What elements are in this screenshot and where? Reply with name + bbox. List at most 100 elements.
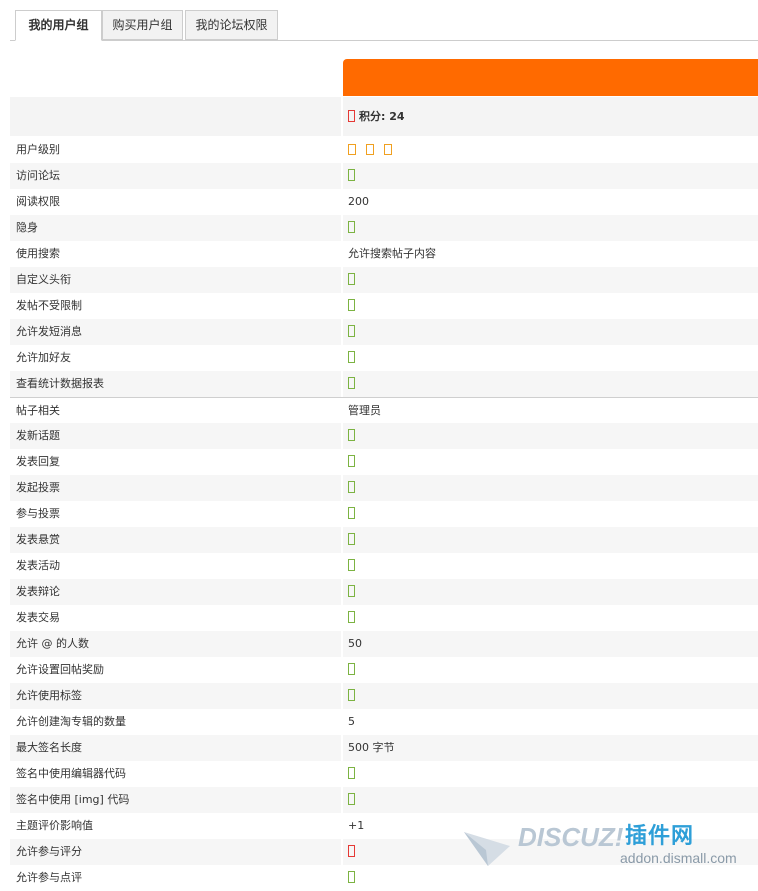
check-icon bbox=[348, 793, 355, 805]
permission-value: 允许搜索帖子内容 bbox=[348, 247, 436, 260]
table-row: 使用搜索 允许搜索帖子内容 bbox=[10, 241, 758, 267]
table-row: 发表悬赏 bbox=[10, 527, 758, 553]
permission-label: 发帖不受限制 bbox=[16, 299, 82, 312]
permission-label: 访问论坛 bbox=[10, 163, 341, 189]
permission-value bbox=[343, 371, 758, 397]
permission-label: 主题评价影响值 bbox=[16, 819, 93, 832]
star-icon bbox=[348, 143, 356, 155]
permission-label: 参与投票 bbox=[16, 507, 60, 520]
table-row: 阅读权限 200 bbox=[10, 189, 758, 215]
table-row: 发表活动 bbox=[10, 553, 758, 579]
check-icon bbox=[348, 663, 355, 675]
permission-label: 签名中使用编辑器代码 bbox=[16, 767, 126, 780]
check-icon bbox=[348, 559, 355, 571]
permission-value bbox=[343, 267, 758, 293]
permission-value bbox=[343, 163, 758, 189]
check-icon bbox=[348, 429, 355, 441]
paper-plane-icon bbox=[464, 832, 510, 866]
table-row: 发表交易 bbox=[10, 605, 758, 631]
permission-value bbox=[343, 761, 758, 787]
check-icon bbox=[348, 169, 355, 181]
permission-label: 最大签名长度 bbox=[10, 735, 341, 761]
permission-value bbox=[343, 657, 758, 683]
table-row: 允许使用标签 bbox=[10, 683, 758, 709]
tab-bar: 我的用户组 购买用户组 我的论坛权限 bbox=[10, 10, 758, 41]
permission-label: 允许加好友 bbox=[16, 351, 71, 364]
check-icon bbox=[348, 767, 355, 779]
table-row: 允许 @ 的人数 50 bbox=[10, 631, 758, 657]
permission-label: 发表悬赏 bbox=[10, 527, 341, 553]
permission-value bbox=[343, 683, 758, 709]
check-icon bbox=[348, 871, 355, 883]
permission-value bbox=[343, 475, 758, 501]
permission-label: 允许使用标签 bbox=[10, 683, 341, 709]
table-row: 最大签名长度 500 字节 bbox=[10, 735, 758, 761]
watermark-url: addon.dismall.com bbox=[620, 850, 737, 866]
permission-label: 签名中使用 [img] 代码 bbox=[10, 787, 341, 813]
usergroup-header-bar bbox=[343, 59, 758, 96]
permission-value: 5 bbox=[348, 715, 355, 728]
table-row: 允许设置回帖奖励 bbox=[10, 657, 758, 683]
permission-value bbox=[343, 449, 758, 475]
permission-label: 发表回复 bbox=[16, 455, 60, 468]
permission-label: 允许发短消息 bbox=[10, 319, 341, 345]
permission-value bbox=[343, 579, 758, 605]
table-row: 发表回复 bbox=[10, 449, 758, 475]
score-text: 积分: 24 bbox=[359, 110, 405, 123]
table-row: 发帖不受限制 bbox=[10, 293, 758, 319]
check-icon bbox=[348, 351, 355, 363]
permission-label: 隐身 bbox=[10, 215, 341, 241]
permission-value bbox=[343, 319, 758, 345]
permission-value: 管理员 bbox=[348, 404, 381, 417]
table-row: 隐身 bbox=[10, 215, 758, 241]
table-row: 参与投票 bbox=[10, 501, 758, 527]
tab-my-usergroup[interactable]: 我的用户组 bbox=[15, 10, 102, 41]
check-icon bbox=[348, 455, 355, 467]
permission-value bbox=[343, 527, 758, 553]
table-row: 签名中使用 [img] 代码 bbox=[10, 787, 758, 813]
permission-label: 使用搜索 bbox=[16, 247, 60, 260]
permission-value bbox=[343, 137, 758, 163]
permission-value bbox=[343, 501, 758, 527]
tab-forum-permissions[interactable]: 我的论坛权限 bbox=[185, 10, 278, 40]
check-icon bbox=[348, 689, 355, 701]
permission-value bbox=[343, 605, 758, 631]
score-label-cell bbox=[10, 97, 341, 136]
check-icon bbox=[348, 585, 355, 597]
permission-label: 允许创建淘专辑的数量 bbox=[16, 715, 126, 728]
permission-label: 允许参与评分 bbox=[10, 839, 341, 865]
permission-label: 帖子相关 bbox=[16, 404, 60, 417]
star-icon bbox=[384, 143, 392, 155]
score-value-cell: 积分: 24 bbox=[343, 97, 758, 136]
check-icon bbox=[348, 507, 355, 519]
permission-label: 允许 @ 的人数 bbox=[10, 631, 341, 657]
permission-label: 发表辩论 bbox=[10, 579, 341, 605]
permission-value: 200 bbox=[348, 195, 369, 208]
table-row: 访问论坛 bbox=[10, 163, 758, 189]
table-row: 帖子相关 管理员 bbox=[10, 397, 758, 424]
permission-value: 50 bbox=[343, 631, 758, 657]
table-row: 用户级别 bbox=[10, 137, 758, 163]
table-row: 自定义头衔 bbox=[10, 267, 758, 293]
check-icon bbox=[348, 533, 355, 545]
permission-value bbox=[343, 345, 758, 371]
permission-label: 允许设置回帖奖励 bbox=[16, 663, 104, 676]
check-icon bbox=[348, 221, 355, 233]
permission-value bbox=[343, 423, 758, 449]
check-icon bbox=[348, 611, 355, 623]
table-row: 允许发短消息 bbox=[10, 319, 758, 345]
permission-label: 自定义头衔 bbox=[10, 267, 341, 293]
watermark-logo: DISCUZ! bbox=[518, 822, 624, 852]
table-row: 查看统计数据报表 bbox=[10, 371, 758, 397]
table-row: 允许创建淘专辑的数量 5 bbox=[10, 709, 758, 735]
tab-buy-usergroup[interactable]: 购买用户组 bbox=[102, 10, 183, 40]
table-row: 签名中使用编辑器代码 bbox=[10, 761, 758, 787]
permission-value bbox=[343, 553, 758, 579]
table-row: 发新话题 bbox=[10, 423, 758, 449]
check-icon bbox=[348, 299, 355, 311]
cross-icon bbox=[348, 845, 355, 857]
table-row: 允许加好友 bbox=[10, 345, 758, 371]
permission-value bbox=[343, 787, 758, 813]
permission-label: 发表交易 bbox=[16, 611, 60, 624]
permission-value bbox=[343, 293, 758, 319]
